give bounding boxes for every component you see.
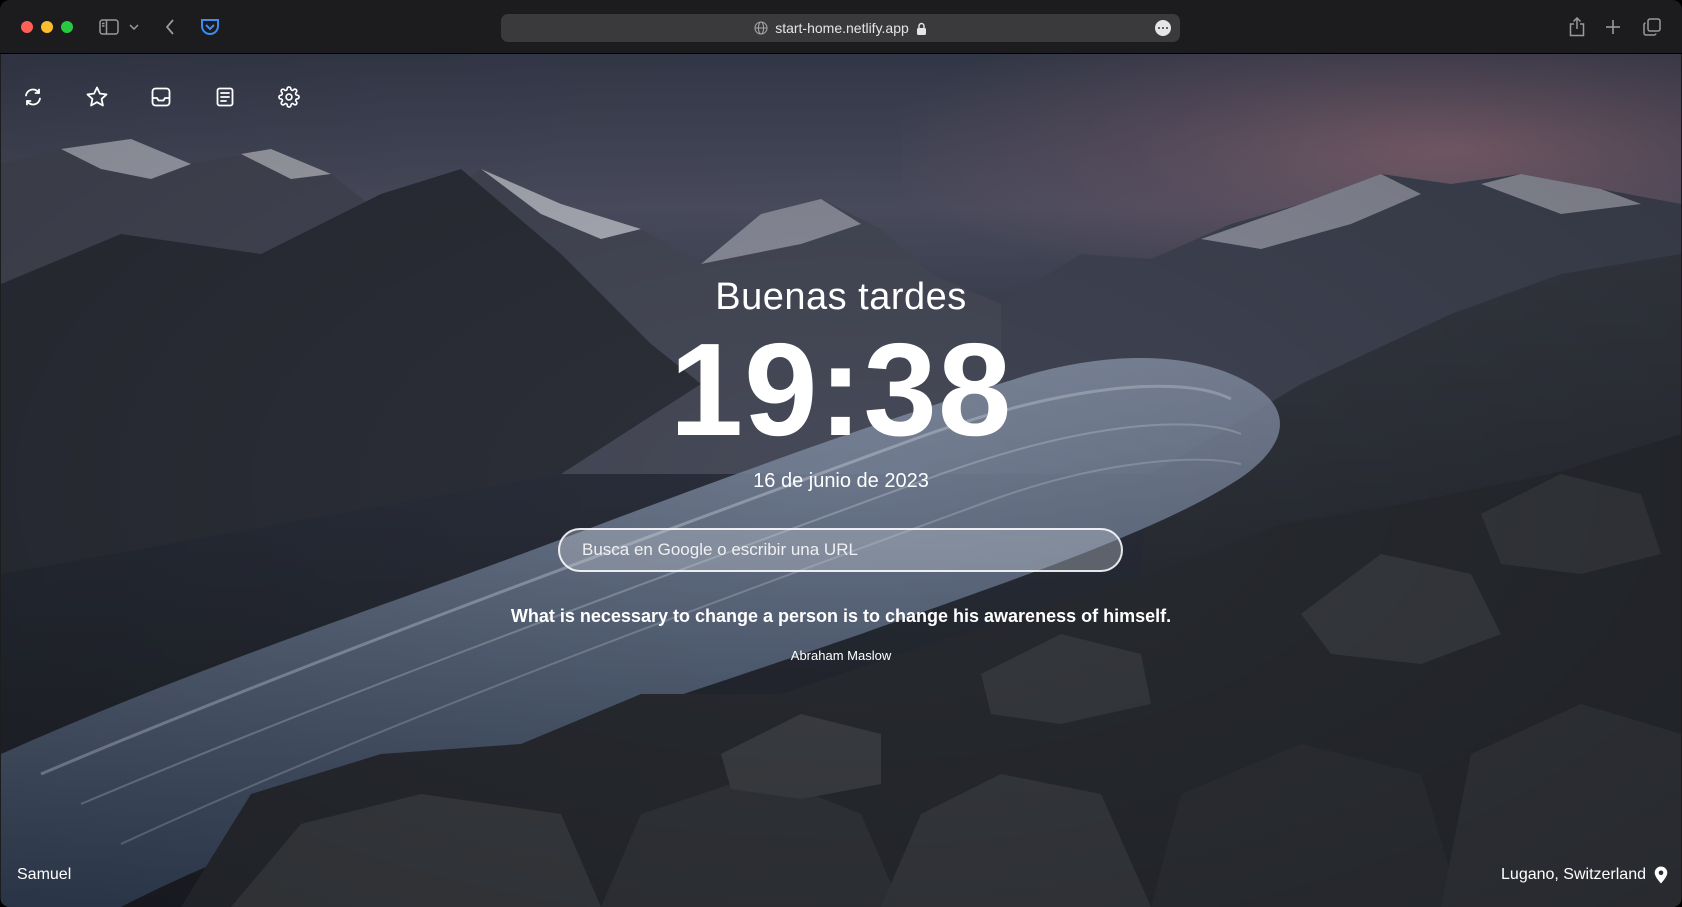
date-label: 16 de junio de 2023 bbox=[753, 470, 929, 492]
chevron-down-icon bbox=[129, 24, 139, 30]
address-url: start-home.netlify.app bbox=[775, 20, 909, 36]
plus-icon bbox=[1606, 20, 1620, 34]
share-button[interactable] bbox=[1565, 14, 1589, 40]
browser-window: start-home.netlify.app Buenas tardes 19:… bbox=[0, 0, 1682, 907]
close-window-button[interactable] bbox=[21, 21, 33, 33]
tab-groups-chevron[interactable] bbox=[127, 14, 141, 40]
star-icon bbox=[86, 86, 108, 107]
favorites-button[interactable] bbox=[84, 84, 110, 110]
tab-overview-icon bbox=[1643, 18, 1661, 36]
pocket-icon bbox=[201, 19, 219, 35]
back-button[interactable] bbox=[160, 14, 180, 40]
chevron-left-icon bbox=[165, 19, 174, 35]
browser-toolbar: start-home.netlify.app bbox=[0, 0, 1682, 54]
zoom-window-button[interactable] bbox=[61, 21, 73, 33]
settings-icon bbox=[278, 86, 300, 108]
inbox-icon bbox=[151, 87, 171, 107]
search-box[interactable] bbox=[558, 528, 1123, 572]
more-dot bbox=[1157, 26, 1161, 30]
clock-time: 19:38 bbox=[669, 316, 1013, 463]
page-menu-button[interactable] bbox=[1155, 20, 1171, 36]
inbox-button[interactable] bbox=[148, 84, 174, 110]
globe-icon bbox=[754, 21, 768, 35]
tab-overview-button[interactable] bbox=[1640, 14, 1664, 40]
minimize-window-button[interactable] bbox=[41, 21, 53, 33]
settings-button[interactable] bbox=[276, 84, 302, 110]
address-bar[interactable]: start-home.netlify.app bbox=[501, 14, 1180, 42]
location-display[interactable]: Lugano, Switzerland bbox=[1501, 866, 1668, 884]
more-dot bbox=[1161, 26, 1165, 30]
notes-button[interactable] bbox=[212, 84, 238, 110]
quote-author: Abraham Maslow bbox=[790, 648, 892, 663]
pocket-extension-button[interactable] bbox=[198, 14, 222, 40]
search-input[interactable] bbox=[582, 540, 1121, 560]
user-name: Samuel bbox=[17, 866, 72, 883]
new-tab-button[interactable] bbox=[1601, 14, 1625, 40]
quote-text: What is necessary to change a person is … bbox=[510, 606, 1172, 626]
location-pin-icon bbox=[1654, 866, 1668, 884]
refresh-background-button[interactable] bbox=[20, 84, 46, 110]
refresh-icon bbox=[25, 88, 41, 106]
sidebar-icon bbox=[99, 19, 119, 35]
share-icon bbox=[1569, 17, 1585, 37]
location-label: Lugano, Switzerland bbox=[1501, 866, 1646, 883]
lock-icon bbox=[916, 22, 927, 35]
greeting-heading: Buenas tardes bbox=[715, 276, 967, 318]
more-dot bbox=[1165, 26, 1169, 30]
new-tab-page: Buenas tardes 19:38 16 de junio de 2023 … bbox=[1, 54, 1681, 907]
sidebar-toggle-button[interactable] bbox=[96, 14, 122, 40]
notes-icon bbox=[216, 87, 234, 107]
